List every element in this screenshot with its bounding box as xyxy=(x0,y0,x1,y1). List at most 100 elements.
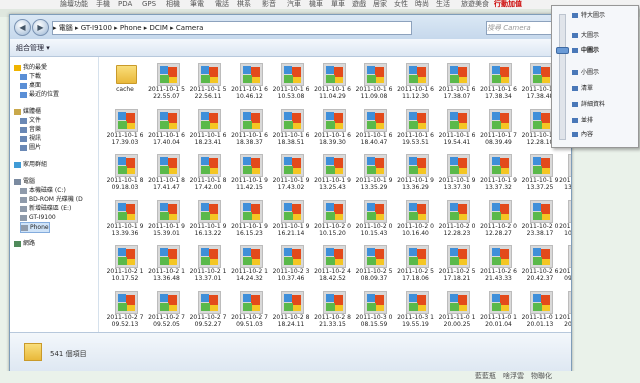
image-file-tile[interactable]: 2011-10-1 9 13.39.15 xyxy=(558,152,571,197)
address-path[interactable]: ▸ 電腦 ▸ GT-I9100 ▸ Phone ▸ DCIM ▸ Camera xyxy=(52,21,412,35)
libraries-header-item[interactable]: 媒體櫃 xyxy=(14,107,41,116)
organize-button[interactable]: 組合管理 ▾ xyxy=(16,43,50,53)
image-file-tile[interactable]: 2011-10-2 0 12.28.27 xyxy=(479,198,519,243)
image-file-tile[interactable]: 2011-10-1 9 13.39.36 xyxy=(105,198,145,243)
computer-item[interactable]: GT-I9100 xyxy=(20,213,56,222)
image-file-tile[interactable]: 2011-10-1 6 18.39.30 xyxy=(313,107,353,152)
site-nav-item[interactable]: 電話 xyxy=(215,0,229,9)
image-file-tile[interactable]: 2011-10-1 6 18.38.51 xyxy=(271,107,311,152)
breadcrumb-item[interactable]: GT-I9100 ▸ xyxy=(81,24,120,32)
image-file-tile[interactable]: 2011-10-1 6 17.40.04 xyxy=(147,107,187,152)
image-file-tile[interactable]: 2011-10-2 7 09.10.32 xyxy=(558,243,571,288)
image-file-tile[interactable]: 2011-10-1 5 22.56.11 xyxy=(188,61,228,106)
image-file-tile[interactable]: 2011-10-1 6 10.53.08 xyxy=(271,61,311,106)
forward-button[interactable]: ▶ xyxy=(32,19,49,36)
image-file-tile[interactable]: 2011-10-2 5 17.18.21 xyxy=(437,243,477,288)
image-file-tile[interactable]: 2011-10-2 1 13.36.48 xyxy=(147,243,187,288)
view-option[interactable]: 大圖示 xyxy=(572,32,599,40)
image-file-tile[interactable]: 2011-10-2 8 18.24.11 xyxy=(271,289,311,333)
image-file-tile[interactable]: 2011-10-1 6 18.38.37 xyxy=(230,107,270,152)
site-nav-item[interactable]: 遊戲 xyxy=(352,0,366,9)
site-nav-item[interactable]: 相機 xyxy=(166,0,180,9)
site-nav-item[interactable]: 手機 xyxy=(96,0,110,9)
breadcrumb-item[interactable]: Phone ▸ xyxy=(120,24,150,32)
view-option[interactable]: 中圖示 xyxy=(572,47,599,55)
image-file-tile[interactable]: 2011-10-2 8 21.33.15 xyxy=(313,289,353,333)
site-nav-item[interactable]: 女性 xyxy=(394,0,408,9)
image-file-tile[interactable]: 2011-10-1 6 19.54.41 xyxy=(437,107,477,152)
computer-item[interactable]: 本機磁碟 (C:) xyxy=(20,186,66,195)
image-file-tile[interactable]: 2011-10-1 9 11.42.15 xyxy=(230,152,270,197)
homegroup-item[interactable]: 家用群組 xyxy=(14,160,47,169)
image-file-tile[interactable]: 2011-10-2 7 09.52.05 xyxy=(147,289,187,333)
site-nav-item[interactable]: 時尚 xyxy=(415,0,429,9)
image-file-tile[interactable]: 2011-10-1 6 11.09.08 xyxy=(354,61,394,106)
image-file-tile[interactable]: 2011-10-3 1 19.55.19 xyxy=(396,289,436,333)
view-option[interactable]: 清單 xyxy=(572,85,593,93)
library-item[interactable]: 音樂 xyxy=(20,125,41,134)
image-file-tile[interactable]: 2011-10-1 6 11.04.29 xyxy=(313,61,353,106)
computer-header-item[interactable]: 電腦 xyxy=(14,177,35,186)
library-item[interactable]: 文件 xyxy=(20,116,41,125)
image-file-tile[interactable]: 2011-10-1 9 13.35.29 xyxy=(354,152,394,197)
folder-tile[interactable]: cache xyxy=(105,61,145,106)
image-file-tile[interactable]: 2011-10-2 6 20.42.37 xyxy=(520,243,560,288)
view-option[interactable]: 小圖示 xyxy=(572,69,599,77)
image-file-tile[interactable]: 2011-10-1 9 13.37.30 xyxy=(437,152,477,197)
image-file-tile[interactable]: 2011-10-2 0 12.28.23 xyxy=(437,198,477,243)
view-option[interactable]: 內容 xyxy=(572,131,593,139)
image-file-tile[interactable]: 2011-11-0 1 20.01.04 xyxy=(479,289,519,333)
image-file-tile[interactable]: 2011-10-1 7 08.39.49 xyxy=(479,107,519,152)
library-item[interactable]: 圖片 xyxy=(20,143,41,152)
image-file-tile[interactable]: 2011-10-1 6 18.23.41 xyxy=(188,107,228,152)
site-nav-item[interactable]: 居家 xyxy=(373,0,387,9)
image-file-tile[interactable]: 2011-10-1 6 17.39.03 xyxy=(105,107,145,152)
image-file-tile[interactable]: 2011-10-1 9 13.37.32 xyxy=(479,152,519,197)
image-file-tile[interactable]: 2011-10-2 5 17.18.06 xyxy=(396,243,436,288)
view-option[interactable]: 詳細資料 xyxy=(572,101,605,109)
network-item[interactable]: 網路 xyxy=(14,239,35,248)
image-file-tile[interactable]: 2011-10-1 6 19.53.51 xyxy=(396,107,436,152)
image-file-tile[interactable]: 2011-10-2 7 09.52.27 xyxy=(188,289,228,333)
view-option[interactable]: 並排 xyxy=(572,117,593,125)
image-file-tile[interactable]: 2011-10-2 6 21.43.33 xyxy=(479,243,519,288)
site-nav-item[interactable]: 汽車 xyxy=(287,0,301,9)
site-nav-item[interactable]: PDA xyxy=(118,0,132,9)
breadcrumb-item[interactable]: DCIM ▸ xyxy=(150,24,176,32)
image-file-tile[interactable]: 2011-10-1 5 22.55.07 xyxy=(147,61,187,106)
image-file-tile[interactable]: 2011-10-2 1 14.24.32 xyxy=(230,243,270,288)
image-file-tile[interactable]: 2011-10-2 4 18.42.52 xyxy=(313,243,353,288)
image-file-tile[interactable]: 2011-10-2 1 13.37.01 xyxy=(188,243,228,288)
image-file-tile[interactable]: 2011-10-1 8 09.18.03 xyxy=(105,152,145,197)
image-file-tile[interactable]: 2011-10-1 8 17.41.47 xyxy=(147,152,187,197)
image-file-tile[interactable]: 2011-10-1 6 18.40.47 xyxy=(354,107,394,152)
image-file-tile[interactable]: 2011-10-1 6 17.38.34 xyxy=(479,61,519,106)
site-nav-item[interactable]: 旅遊美食 xyxy=(461,0,489,9)
computer-item[interactable]: Phone xyxy=(20,222,50,233)
site-nav-item[interactable]: 論壇功能 xyxy=(60,0,88,9)
site-nav-item[interactable]: 行動加值 xyxy=(494,0,522,9)
back-button[interactable]: ◀ xyxy=(14,19,31,36)
view-size-slider[interactable] xyxy=(559,14,566,140)
site-nav-item[interactable]: 影音 xyxy=(262,0,276,9)
image-file-tile[interactable]: 2011-10-2 0 23.38.17 xyxy=(520,198,560,243)
favorite-item[interactable]: 最近的位置 xyxy=(20,90,59,99)
image-file-tile[interactable]: 2011-10-2 0 10.16.40 xyxy=(396,198,436,243)
breadcrumb-item[interactable]: Camera xyxy=(176,24,203,32)
image-file-tile[interactable]: 2011-10-1 9 16.15.23 xyxy=(230,198,270,243)
image-file-tile[interactable]: 2011-10-3 0 08.15.59 xyxy=(354,289,394,333)
image-file-tile[interactable]: 2011-10-2 1 10.16.47 xyxy=(558,198,571,243)
site-nav-item[interactable]: GPS xyxy=(142,0,156,9)
image-file-tile[interactable]: 2011-10-1 9 13.37.25 xyxy=(520,152,560,197)
breadcrumb-item[interactable]: ▸ 電腦 ▸ xyxy=(53,24,81,32)
image-file-tile[interactable]: 2011-10-2 0 10.15.20 xyxy=(313,198,353,243)
image-file-tile[interactable]: 2011-10-1 9 15.39.01 xyxy=(147,198,187,243)
image-file-tile[interactable]: 2011-10-1 9 13.36.29 xyxy=(396,152,436,197)
image-file-tile[interactable]: 2011-10-1 9 17.43.02 xyxy=(271,152,311,197)
image-file-tile[interactable]: 2011-10-1 9 16.21.14 xyxy=(271,198,311,243)
site-nav-item[interactable]: 筆電 xyxy=(190,0,204,9)
site-nav-item[interactable]: 生活 xyxy=(436,0,450,9)
image-file-tile[interactable]: 2011-10-2 5 08.09.37 xyxy=(354,243,394,288)
image-file-tile[interactable]: 2011-10-2 7 09.51.03 xyxy=(230,289,270,333)
computer-item[interactable]: 新增磁碟區 (E:) xyxy=(20,204,71,213)
